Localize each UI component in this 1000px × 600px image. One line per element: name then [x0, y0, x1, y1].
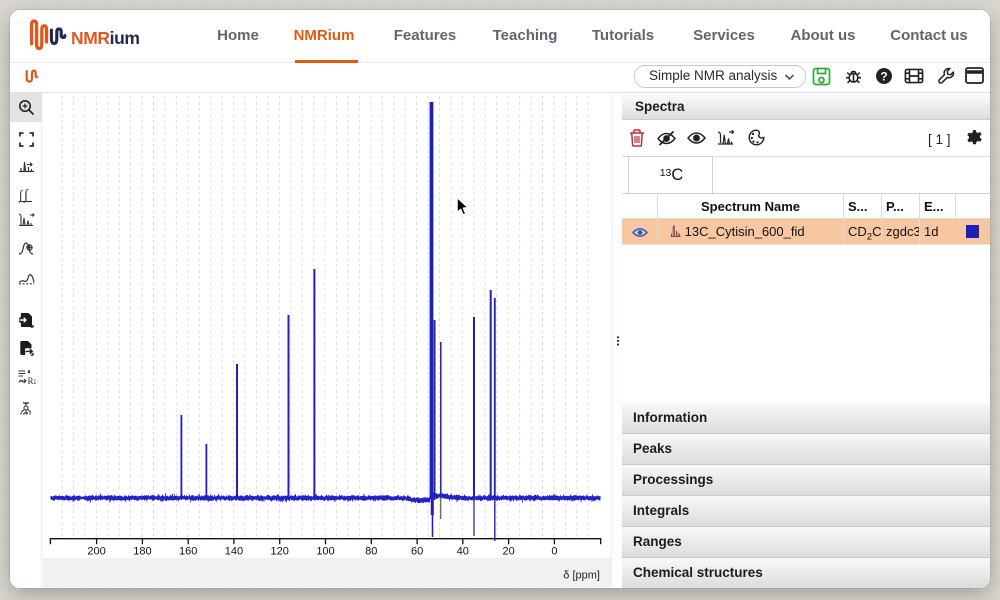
- svg-text:∫: ∫: [23, 188, 29, 203]
- svg-text:0: 0: [551, 546, 557, 558]
- svg-text:120: 120: [271, 546, 289, 558]
- svg-text:200: 200: [87, 546, 105, 558]
- svg-text:160: 160: [179, 546, 197, 558]
- svg-text:Ra: Ra: [27, 376, 36, 385]
- svg-text:140: 140: [225, 546, 243, 558]
- svg-text:δ [ppm]: δ [ppm]: [563, 570, 600, 582]
- svg-text:60: 60: [411, 546, 423, 558]
- svg-text:40: 40: [457, 546, 469, 558]
- svg-text:80: 80: [365, 546, 377, 558]
- svg-text:20: 20: [502, 546, 514, 558]
- svg-text:NMRium: NMRium: [71, 28, 140, 48]
- svg-text:?: ?: [880, 69, 887, 83]
- svg-text:100: 100: [316, 546, 334, 558]
- svg-text:180: 180: [133, 546, 151, 558]
